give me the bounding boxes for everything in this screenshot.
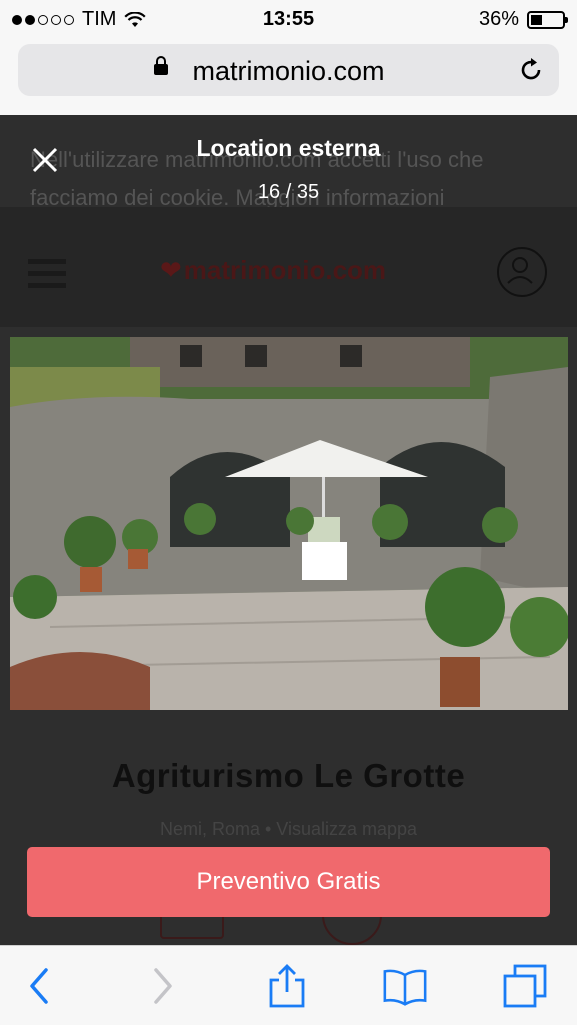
share-icon[interactable] xyxy=(265,964,309,1008)
venue-name: Agriturismo Le Grotte xyxy=(111,757,466,794)
gallery-photo[interactable] xyxy=(10,337,568,710)
site-header: ❤matrimonio.com xyxy=(0,207,577,327)
battery-percent: 36% xyxy=(478,8,519,30)
battery-icon xyxy=(527,10,568,29)
site-logo: ❤matrimonio.com xyxy=(160,255,386,286)
browser-toolbar xyxy=(0,945,577,1025)
forward-icon[interactable] xyxy=(140,964,184,1008)
venue-location: Nemi, Roma • Visualizza mappa xyxy=(159,819,418,839)
url-text[interactable]: matrimonio.com xyxy=(18,56,559,87)
battery-status: 36% xyxy=(478,8,568,31)
bookmarks-icon[interactable] xyxy=(383,964,427,1008)
address-bar[interactable]: matrimonio.com xyxy=(18,44,559,96)
browser-address-area: matrimonio.com xyxy=(0,38,577,115)
reload-icon[interactable] xyxy=(517,56,545,84)
user-icon xyxy=(497,247,547,297)
tabs-icon[interactable] xyxy=(503,964,547,1008)
gallery-counter: 16 / 35 xyxy=(257,181,320,203)
gallery-title: Location esterna xyxy=(196,135,381,161)
free-quote-button[interactable]: Preventivo Gratis xyxy=(27,847,550,917)
free-quote-label: Preventivo Gratis xyxy=(196,868,381,895)
heart-icon: ❤ xyxy=(160,255,182,285)
back-icon[interactable] xyxy=(18,964,62,1008)
gallery-overlay: Nell'utilizzare matrimonio.com accetti l… xyxy=(0,115,577,945)
menu-icon xyxy=(28,259,66,291)
logo-text: matrimonio.com xyxy=(183,255,387,285)
status-bar: TIM 13:55 36% xyxy=(0,0,577,38)
